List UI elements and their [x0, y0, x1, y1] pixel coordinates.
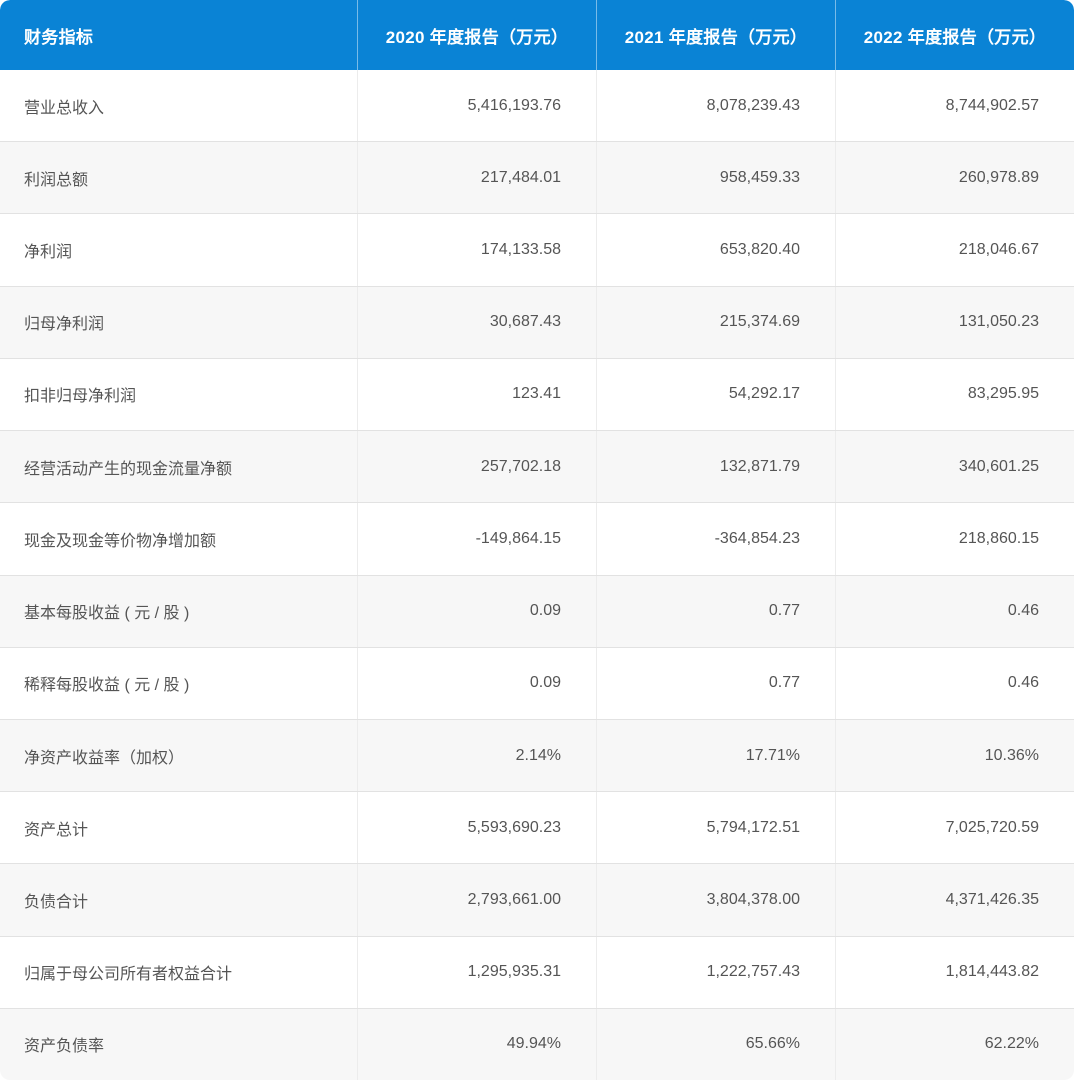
table-row: 扣非归母净利润 123.41 54,292.17 83,295.95: [0, 357, 1074, 431]
row-value: -364,854.23: [596, 503, 835, 575]
row-label: 净资产收益率（加权）: [24, 749, 185, 767]
table-row: 归母净利润 30,687.43 215,374.69 131,050.23: [0, 285, 1074, 358]
row-label: 现金及现金等价物净增加额: [24, 532, 217, 550]
row-value: 218,046.67: [835, 214, 1074, 286]
row-value: 0.46: [835, 575, 1074, 647]
table-row: 稀释每股收益 ( 元 / 股 ) 0.09 0.77 0.46: [0, 646, 1074, 719]
row-value: 3,804,378.00: [596, 864, 835, 936]
header-cell-indicator: 财务指标: [24, 27, 94, 47]
row-value: 257,702.18: [357, 431, 596, 503]
table-row: 基本每股收益 ( 元 / 股 ) 0.09 0.77 0.46: [0, 574, 1074, 647]
row-value: 54,292.17: [596, 358, 835, 431]
row-value: 0.46: [835, 647, 1074, 719]
table-row: 资产总计 5,593,690.23 5,794,172.51 7,025,720.59: [0, 791, 1074, 864]
row-value: 260,978.89: [835, 142, 1074, 214]
header-cell-year: 2021 年度报告（万元）: [596, 0, 835, 70]
row-label: 归母净利润: [24, 316, 105, 334]
row-value: 958,459.33: [596, 142, 835, 214]
row-value: 5,416,193.76: [357, 70, 596, 142]
row-label: 扣非归母净利润: [24, 388, 137, 406]
row-value: 8,744,902.57: [835, 70, 1074, 142]
row-value: 217,484.01: [357, 142, 596, 214]
row-label: 归属于母公司所有者权益合计: [24, 966, 233, 984]
row-value: 132,871.79: [596, 431, 835, 503]
row-value: 8,078,239.43: [596, 70, 835, 142]
row-value: 2,793,661.00: [357, 864, 596, 936]
table-body: 营业总收入 5,416,193.76 8,078,239.43 8,744,902.5…: [0, 70, 1074, 1080]
row-value: 2.14%: [357, 719, 596, 792]
header-cell-year: 2020 年度报告（万元）: [357, 0, 596, 70]
table-row: 利润总额 217,484.01 958,459.33 260,978.89: [0, 141, 1074, 214]
row-label: 资产负债率: [24, 1038, 105, 1056]
row-value: 131,050.23: [835, 286, 1074, 358]
row-value: 83,295.95: [835, 358, 1074, 431]
row-label: 负债合计: [24, 894, 89, 912]
row-value: 0.77: [596, 575, 835, 647]
row-value: 5,593,690.23: [357, 792, 596, 864]
table-row: 归属于母公司所有者权益合计 1,295,935.31 1,222,757.43 1,8…: [0, 935, 1074, 1008]
row-value: 0.09: [357, 575, 596, 647]
row-value: 4,371,426.35: [835, 864, 1074, 936]
table-row: 净资产收益率（加权） 2.14% 17.71% 10.36%: [0, 718, 1074, 792]
row-value: 1,295,935.31: [357, 936, 596, 1008]
row-value: 0.09: [357, 647, 596, 719]
row-value: 0.77: [596, 647, 835, 719]
row-value: 10.36%: [835, 719, 1074, 792]
row-value: 218,860.15: [835, 503, 1074, 575]
row-value: 30,687.43: [357, 286, 596, 358]
row-label: 稀释每股收益 ( 元 / 股 ): [24, 677, 190, 695]
row-value: 174,133.58: [357, 214, 596, 286]
table-row: 资产负债率 49.94% 65.66% 62.22%: [0, 1007, 1074, 1080]
table-row: 经营活动产生的现金流量净额 257,702.18 132,871.79 340,601…: [0, 430, 1074, 503]
row-value: 1,222,757.43: [596, 936, 835, 1008]
row-label: 基本每股收益 ( 元 / 股 ): [24, 605, 190, 623]
row-value: 62.22%: [835, 1008, 1074, 1080]
row-value: 5,794,172.51: [596, 792, 835, 864]
row-value: 123.41: [357, 358, 596, 431]
table-header-row: 财务指标 2020 年度报告（万元） 2021 年度报告（万元） 2022 年度报告…: [0, 0, 1074, 70]
row-label: 资产总计: [24, 821, 89, 839]
row-value: 340,601.25: [835, 431, 1074, 503]
row-label: 净利润: [24, 244, 73, 262]
row-value: 49.94%: [357, 1008, 596, 1080]
row-value: 7,025,720.59: [835, 792, 1074, 864]
table-row: 营业总收入 5,416,193.76 8,078,239.43 8,744,902.5…: [0, 70, 1074, 142]
row-value: 1,814,443.82: [835, 936, 1074, 1008]
row-value: 17.71%: [596, 719, 835, 792]
table-row: 现金及现金等价物净增加额 -149,864.15 -364,854.23 218,86…: [0, 502, 1074, 575]
table-row: 净利润 174,133.58 653,820.40 218,046.67: [0, 213, 1074, 286]
row-label: 利润总额: [24, 171, 89, 189]
row-value: 215,374.69: [596, 286, 835, 358]
header-cell-year: 2022 年度报告（万元）: [835, 0, 1074, 70]
row-value: -149,864.15: [357, 503, 596, 575]
row-label: 营业总收入: [24, 99, 105, 117]
row-value: 653,820.40: [596, 214, 835, 286]
row-value: 65.66%: [596, 1008, 835, 1080]
financial-indicators-table: 财务指标 2020 年度报告（万元） 2021 年度报告（万元） 2022 年度报告…: [0, 0, 1074, 1080]
table-row: 负债合计 2,793,661.00 3,804,378.00 4,371,426.35: [0, 863, 1074, 936]
row-label: 经营活动产生的现金流量净额: [24, 460, 233, 478]
